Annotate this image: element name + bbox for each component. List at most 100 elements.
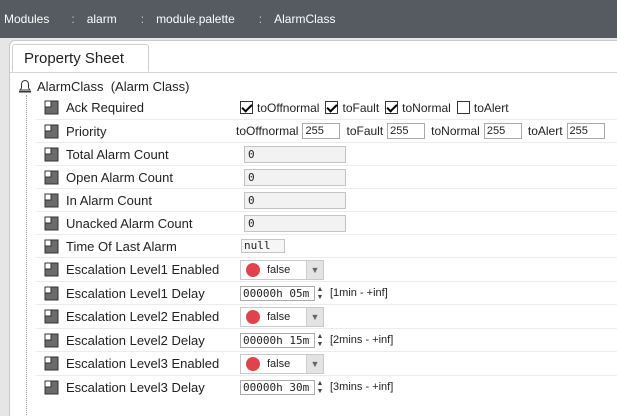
breadcrumb-bar: Modules : alarm : module.palette : AlarmCla… [0,0,617,38]
breadcrumb-label: Modules [4,12,50,26]
chevron-down-icon[interactable]: ▼ [306,307,323,326]
ack-to-fault-checkbox[interactable] [325,101,339,114]
delay-range-label: [1min - +inf] [330,287,388,299]
false-status-dot [246,309,260,324]
escalation-level1-enabled-select[interactable]: false ▼ [240,259,324,280]
priority-to-fault-input[interactable]: 255 [387,123,426,139]
spinner-arrows-icon[interactable]: ▲ ▼ [316,380,324,395]
chevron-down-icon[interactable]: ▼ [306,354,323,373]
total-alarm-count-value: 0 [244,145,346,163]
property-slot-icon [44,262,59,277]
property-row-ack-required: Ack Required toOffnormal toFault toNorma… [36,96,617,119]
ack-to-offnormal-checkbox[interactable] [240,101,253,114]
tab-divider [10,72,617,73]
property-row-total-alarm-count: Total Alarm Count 0 [36,142,617,165]
ack-option-label: toNormal [402,100,451,115]
tree-guide-line [26,95,27,415]
select-value: false [267,310,291,323]
ack-required-options: toOffnormal toFault toNormal toAlert [240,101,515,115]
spinner-arrows-icon[interactable]: ▲ ▼ [316,286,324,301]
property-row-escalation-level3-delay: Escalation Level3 Delay 00000h 30m ▲ ▼ [3… [36,375,617,398]
property-row-priority: Priority toOffnormal 255 toFault 255 toNor… [36,119,617,142]
property-slot-icon [44,380,59,395]
priority-to-alert-input[interactable]: 255 [566,123,605,139]
property-row-escalation-level2-enabled: Escalation Level2 Enabled false ▼ [36,304,617,328]
ack-option-label: toOffnormal [257,100,320,115]
property-slot-icon [44,124,59,139]
breadcrumb-alarmclass[interactable]: : AlarmClass [245,0,346,38]
property-label: Unacked Alarm Count [66,215,193,231]
property-row-escalation-level1-enabled: Escalation Level1 Enabled false ▼ [36,257,617,281]
property-sheet-panel: Property Sheet AlarmClass (Alarm Class) … [9,40,617,416]
escalation-level3-delay-input[interactable]: 00000h 30m [240,379,315,395]
ack-option-label: toFault [342,100,380,115]
property-label: In Alarm Count [66,192,152,208]
property-slot-icon [44,309,59,324]
priority-field-label: toAlert [527,124,563,138]
property-label: Escalation Level2 Delay [66,332,205,348]
priority-field-label: toFault [346,124,384,138]
property-slot-icon [44,239,59,254]
escalation-level2-enabled-select[interactable]: false ▼ [240,306,324,327]
priority-to-offnormal-input[interactable]: 255 [302,123,341,139]
breadcrumb-alarm[interactable]: : alarm [59,0,126,38]
property-slot-icon [44,286,59,301]
breadcrumb-separator: : [71,12,75,26]
property-row-time-of-last-alarm: Time Of Last Alarm null [36,234,617,257]
property-row-escalation-level3-enabled: Escalation Level3 Enabled false ▼ [36,351,617,375]
property-slot-icon [44,216,59,231]
false-status-dot [246,356,260,371]
breadcrumb-module-palette[interactable]: : module.palette [127,0,245,38]
property-label: Total Alarm Count [66,146,169,162]
property-row-escalation-level2-delay: Escalation Level2 Delay 00000h 15m ▲ ▼ [2… [36,328,617,351]
property-label: Escalation Level3 Enabled [66,356,220,371]
property-label: Ack Required [66,100,145,115]
root-name: AlarmClass [37,78,104,94]
ack-option-label: toAlert [473,100,509,115]
property-slot-icon [44,356,59,371]
property-label: Escalation Level1 Delay [66,285,205,301]
breadcrumb-label: module.palette [156,12,235,26]
property-label: Escalation Level3 Delay [66,379,205,395]
escalation-level3-enabled-select[interactable]: false ▼ [240,353,324,374]
in-alarm-count-value: 0 [244,191,346,209]
escalation-level1-delay-input[interactable]: 00000h 05m [240,285,315,301]
property-row-open-alarm-count: Open Alarm Count 0 [36,165,617,188]
priority-field-label: toOffnormal [236,124,299,138]
property-row-in-alarm-count: In Alarm Count 0 [36,188,617,211]
false-status-dot [246,262,260,277]
priority-field-label: toNormal [431,124,480,138]
unacked-alarm-count-value: 0 [244,214,346,232]
ack-to-alert-checkbox[interactable] [456,101,470,114]
property-label: Escalation Level2 Enabled [66,309,220,324]
property-row-unacked-alarm-count: Unacked Alarm Count 0 [36,211,617,234]
delay-range-label: [2mins - +inf] [330,334,394,346]
property-label: Time Of Last Alarm [66,238,177,254]
bell-icon [19,79,31,93]
breadcrumb-modules[interactable]: Modules [0,0,59,38]
time-of-last-alarm-value: null [241,239,285,253]
delay-range-label: [3mins - +inf] [330,381,394,393]
property-slot-icon [44,193,59,208]
breadcrumb-label: alarm [86,12,117,26]
root-node[interactable]: AlarmClass (Alarm Class) [18,77,189,95]
open-alarm-count-value: 0 [244,168,346,186]
root-type: (Alarm Class) [110,78,190,94]
tab-property-sheet[interactable]: Property Sheet [12,44,149,72]
chevron-down-icon[interactable]: ▼ [306,260,323,279]
breadcrumb-separator: : [258,12,263,26]
priority-to-normal-input[interactable]: 255 [483,123,522,139]
property-slot-icon [44,333,59,348]
property-slot-icon [44,170,59,185]
property-label: Escalation Level1 Enabled [66,262,220,277]
ack-to-normal-checkbox[interactable] [385,101,399,114]
breadcrumb-separator: : [140,12,145,26]
select-value: false [267,357,291,370]
priority-fields: toOffnormal 255 toFault 255 toNormal 255 to… [236,123,611,139]
property-rows: Ack Required toOffnormal toFault toNorma… [36,96,617,398]
property-slot-icon [44,147,59,162]
property-slot-icon [44,100,59,115]
property-label: Open Alarm Count [66,169,173,185]
escalation-level2-delay-input[interactable]: 00000h 15m [240,332,315,348]
spinner-arrows-icon[interactable]: ▲ ▼ [316,333,324,348]
